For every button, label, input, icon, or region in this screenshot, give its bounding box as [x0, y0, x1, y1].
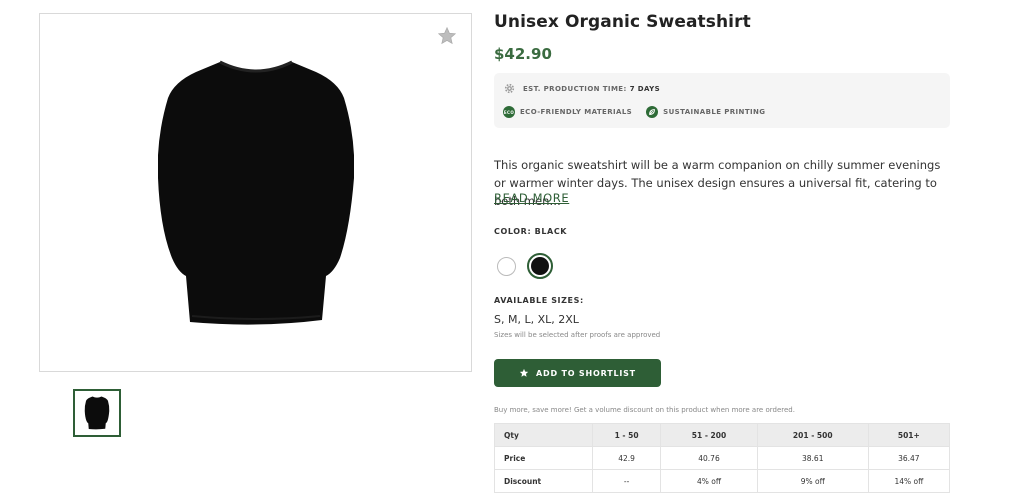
add-to-shortlist-label: ADD TO SHORTLIST — [536, 368, 636, 378]
eco-icon: ECO — [503, 106, 515, 118]
product-price: $42.90 — [494, 45, 552, 63]
sustainability-row: ECO ECO-FRIENDLY MATERIALS SUSTAINABLE P… — [503, 106, 765, 118]
table-header: Qty — [494, 423, 593, 447]
product-main-image[interactable] — [39, 13, 472, 372]
table-cell: 9% off — [756, 469, 869, 493]
table-header: 201 - 500 — [756, 423, 869, 447]
sweatshirt-thumbnail-image — [84, 396, 110, 430]
sizes-list: S, M, L, XL, 2XL — [494, 313, 579, 326]
sizes-note: Sizes will be selected after proofs are … — [494, 331, 661, 339]
production-time-label: EST. PRODUCTION TIME: — [523, 84, 627, 93]
production-time-row: EST. PRODUCTION TIME: 7 DAYS — [503, 82, 660, 95]
table-cell: 38.61 — [756, 446, 869, 470]
table-row: Price 42.9 40.76 38.61 36.47 — [494, 446, 951, 470]
table-cell: 14% off — [867, 469, 951, 493]
table-header: 51 - 200 — [660, 423, 758, 447]
eco-icon-text: ECO — [503, 109, 515, 115]
favorite-star-icon[interactable] — [437, 26, 457, 46]
table-cell: 36.47 — [867, 446, 951, 470]
color-swatch-white[interactable] — [497, 257, 516, 276]
product-thumbnail[interactable] — [73, 389, 121, 437]
volume-pricing-table: Qty 1 - 50 51 - 200 201 - 500 501+ Price… — [494, 423, 951, 493]
table-cell: 42.9 — [591, 446, 662, 470]
production-time-value: 7 DAYS — [629, 84, 661, 93]
table-header-row: Qty 1 - 50 51 - 200 201 - 500 501+ — [494, 423, 951, 447]
table-cell: 40.76 — [660, 446, 758, 470]
read-more-link[interactable]: READ MORE — [494, 191, 569, 205]
sweatshirt-image — [158, 60, 354, 325]
product-title: Unisex Organic Sweatshirt — [494, 12, 751, 32]
leaf-icon — [646, 106, 659, 118]
table-cell: 4% off — [660, 469, 758, 493]
bulk-discount-note: Buy more, save more! Get a volume discou… — [494, 406, 795, 414]
add-to-shortlist-button[interactable]: ADD TO SHORTLIST — [494, 359, 661, 387]
table-header: 501+ — [867, 423, 951, 447]
table-row: Discount -- 4% off 9% off 14% off — [494, 469, 951, 493]
star-icon — [519, 368, 529, 377]
product-info-box: EST. PRODUCTION TIME: 7 DAYS ECO ECO-FRI… — [494, 73, 950, 128]
color-swatch-black-fill — [531, 257, 549, 275]
sustainable-printing-label: SUSTAINABLE PRINTING — [663, 108, 766, 116]
eco-friendly-label: ECO-FRIENDLY MATERIALS — [520, 108, 633, 116]
table-header: 1 - 50 — [591, 423, 662, 447]
table-cell: -- — [591, 469, 662, 493]
gear-icon — [504, 83, 515, 94]
sizes-label: AVAILABLE SIZES: — [494, 296, 584, 305]
color-swatch-black[interactable] — [527, 253, 553, 279]
table-cell: Discount — [494, 469, 593, 493]
table-cell: Price — [494, 446, 593, 470]
color-label: COLOR: BLACK — [494, 227, 568, 236]
